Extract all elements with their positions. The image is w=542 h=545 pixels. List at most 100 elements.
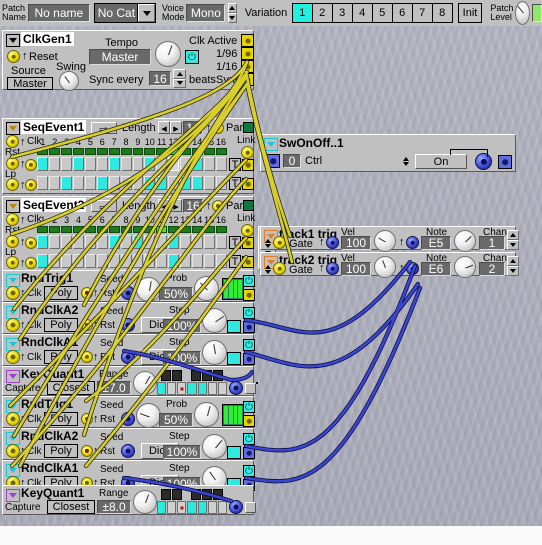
- rndtrig1b-poly-button[interactable]: Poly: [44, 412, 78, 426]
- step-cell[interactable]: [48, 176, 60, 190]
- seq1-lp-input-jack[interactable]: [6, 178, 19, 191]
- step-cell[interactable]: [192, 235, 204, 249]
- step-cell[interactable]: [48, 254, 60, 268]
- rndclka2b-clk-jack[interactable]: [6, 444, 20, 458]
- clkgen-power-button[interactable]: ⏻: [185, 50, 199, 64]
- rndclka1a-output[interactable]: [243, 353, 255, 365]
- step-cell[interactable]: [120, 235, 132, 249]
- rndtrig1b-power-button[interactable]: ⏻: [243, 401, 255, 413]
- key-white[interactable]: [157, 501, 167, 514]
- keyquant1a-range-knob[interactable]: [133, 371, 157, 395]
- step-cell[interactable]: [84, 235, 96, 249]
- seq1-park-output[interactable]: [243, 122, 254, 133]
- seq2-rowb-output[interactable]: [242, 256, 254, 268]
- step-cell[interactable]: [60, 254, 72, 268]
- rndclka2a-seed-jack[interactable]: [121, 318, 135, 332]
- swonoff-output-port[interactable]: [498, 155, 512, 169]
- step-cell[interactable]: [84, 176, 96, 190]
- seq1-rowa-output[interactable]: [242, 159, 254, 171]
- keyquant1a-black-keys[interactable]: [161, 370, 223, 381]
- track1-vel-jack[interactable]: [326, 236, 339, 249]
- module-seqevent2[interactable]: SeqEvent2 ⇨ Length ◂ ▸ 16 ↑ Park Link ↑ …: [2, 196, 255, 272]
- variation-button-7[interactable]: 7: [411, 3, 433, 23]
- swonoff-output-jack[interactable]: [475, 153, 492, 170]
- step-cell[interactable]: [108, 235, 120, 249]
- rndtrig1a-output[interactable]: [243, 289, 255, 301]
- step-cell[interactable]: [216, 254, 227, 268]
- step-cell[interactable]: [96, 254, 108, 268]
- patch-name-field[interactable]: No name: [28, 4, 90, 22]
- patch-level-knob[interactable]: [515, 1, 531, 25]
- variation-button-1[interactable]: 1: [291, 3, 313, 23]
- seq2-row-b[interactable]: [37, 254, 227, 268]
- rndclka2a-step-knob[interactable]: [202, 308, 227, 333]
- module-keyquant1-b[interactable]: KeyQuant1 Capture Closest Range ±8.0: [2, 485, 256, 515]
- track1-vel-knob[interactable]: [374, 230, 396, 252]
- key-white[interactable]: [197, 501, 207, 514]
- keyquant1b-white-keys[interactable]: [157, 501, 227, 514]
- seq2-rowb-toggle-button[interactable]: T: [229, 255, 241, 268]
- seq2-rowb-jack[interactable]: [25, 257, 37, 269]
- step-cell[interactable]: [84, 254, 96, 268]
- stepper-down-icon[interactable]: [507, 266, 519, 276]
- step-cell[interactable]: [180, 157, 192, 171]
- stepper-up-icon[interactable]: [173, 69, 186, 79]
- module-collapse-icon[interactable]: [6, 34, 20, 47]
- keyquant1a-pad[interactable]: [245, 383, 256, 394]
- clkgen-sync-stepper[interactable]: [173, 69, 186, 88]
- key-white[interactable]: [187, 501, 197, 514]
- stepper-down-icon[interactable]: [227, 13, 237, 23]
- rndtrig1b-prob-display[interactable]: 50%: [159, 413, 193, 427]
- step-cell[interactable]: [84, 157, 96, 171]
- seq1-rowa-toggle-button[interactable]: T: [229, 158, 241, 171]
- module-rndtrig1-b[interactable]: RndTrig1 ↑ Clk Poly ↑ Rst Seed Prob 50% …: [2, 396, 255, 428]
- key-black[interactable]: [191, 489, 202, 500]
- seq1-park-input-jack[interactable]: [212, 122, 224, 134]
- track1-note-jack[interactable]: [406, 236, 419, 249]
- step-cell[interactable]: [192, 157, 204, 171]
- seq2-park-output[interactable]: [243, 200, 254, 211]
- track2-vel-display[interactable]: 100: [341, 262, 371, 276]
- seq1-link-jack[interactable]: [241, 146, 254, 159]
- rndclka2a-rst-jack[interactable]: [81, 319, 93, 331]
- clkgen-swing-knob[interactable]: [59, 71, 79, 91]
- rndtrig1a-power-button[interactable]: ⏻: [243, 275, 255, 287]
- module-rndclka2-b[interactable]: RndClkA2 ↑ Clk Poly ↑ Rst Seed Dice Step…: [2, 428, 255, 460]
- seq1-row-a[interactable]: [37, 157, 227, 171]
- track1-chan-display[interactable]: 1: [479, 236, 505, 250]
- keyquant1a-white-keys[interactable]: [157, 382, 227, 395]
- variation-button-5[interactable]: 5: [371, 3, 393, 23]
- step-cell[interactable]: [120, 176, 132, 190]
- keyquant1b-black-keys[interactable]: [161, 489, 223, 500]
- clkgen-reset-input-jack[interactable]: [7, 50, 20, 63]
- module-collapse-icon[interactable]: [6, 200, 20, 213]
- clkgen-source-button[interactable]: Master: [7, 77, 53, 90]
- step-cell[interactable]: [37, 235, 48, 249]
- key-black[interactable]: [202, 370, 213, 381]
- key-white-current[interactable]: [177, 501, 187, 514]
- rndtrig1b-seed-jack[interactable]: [121, 412, 135, 426]
- step-cell[interactable]: [156, 254, 168, 268]
- seq2-rowa-toggle-button[interactable]: T: [229, 236, 241, 249]
- step-cell[interactable]: [48, 235, 60, 249]
- module-keyquant1-a[interactable]: KeyQuant1 Capture Closest Range ±7.0: [2, 366, 258, 396]
- seq1-rowb-toggle-button[interactable]: T: [229, 177, 241, 190]
- rndclka2b-poly-button[interactable]: Poly: [44, 444, 78, 458]
- module-collapse-icon[interactable]: [6, 122, 20, 135]
- rndclka2b-power-button[interactable]: ⏻: [243, 433, 255, 445]
- key-white[interactable]: [207, 382, 217, 395]
- module-collapse-icon[interactable]: [264, 138, 278, 151]
- seq2-length-inc-button[interactable]: ▸: [170, 199, 182, 213]
- step-cell[interactable]: [48, 157, 60, 171]
- rndclka1a-poly-button[interactable]: Poly: [44, 350, 78, 364]
- rndtrig1b-clk-jack[interactable]: [6, 412, 20, 426]
- step-cell[interactable]: [204, 176, 216, 190]
- step-cell[interactable]: [180, 235, 192, 249]
- swonoff-ctrl-port[interactable]: [266, 154, 280, 168]
- step-cell[interactable]: [72, 157, 84, 171]
- rndclka2a-step-display[interactable]: 100%: [163, 319, 201, 333]
- seq2-rowa-jack[interactable]: [25, 237, 37, 249]
- step-cell[interactable]: [144, 254, 156, 268]
- keyquant1a-output[interactable]: [256, 382, 258, 384]
- key-black[interactable]: [213, 489, 223, 500]
